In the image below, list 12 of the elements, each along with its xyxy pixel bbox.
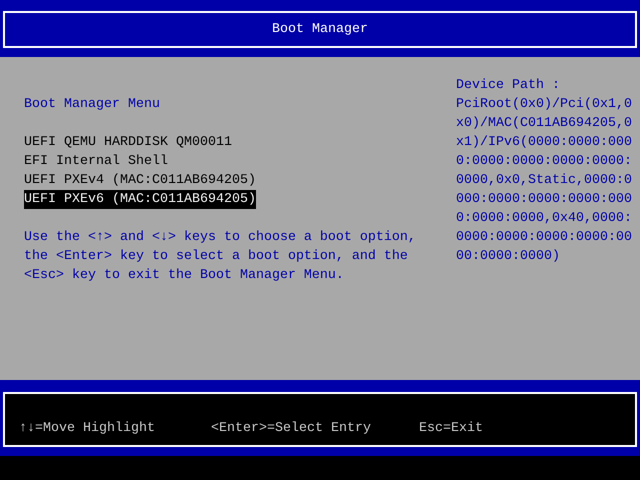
key-hint: Esc=Exit bbox=[419, 420, 483, 438]
boot-option[interactable]: UEFI PXEv4 (MAC:C011AB694205) bbox=[24, 171, 256, 190]
menu-heading: Boot Manager Menu bbox=[24, 96, 161, 114]
help-text: Use the <↑> and <↓> keys to choose a boot option, the <Enter> key to select a boot option, and the <Esc> key to exit the Boot Manager Menu. bbox=[24, 229, 417, 285]
window-title: Boot Manager bbox=[272, 21, 368, 39]
device-path-label: Device Path : bbox=[456, 77, 561, 95]
key-hint: <Enter>=Select Entry bbox=[211, 420, 372, 438]
boot-option[interactable]: EFI Internal Shell bbox=[24, 152, 168, 171]
device-path: PciRoot(0x0)/Pci(0x1,0x0)/MAC(C011AB694205,0x1)/IPv6(0000:0000:0000:0000:0000:0000:0000:0000,0x0,Static,0000:0000:0000:0000:0000:0000:0000:0000,0x40,0000:0000:0000:0000:0000:0000:0000:0000) bbox=[456, 96, 633, 266]
key-hint: ↑↓=Move Highlight bbox=[19, 420, 156, 438]
boot-option[interactable]: UEFI PXEv6 (MAC:C011AB694205) bbox=[24, 190, 256, 209]
boot-option[interactable]: UEFI QEMU HARDDISK QM00011 bbox=[24, 133, 232, 152]
